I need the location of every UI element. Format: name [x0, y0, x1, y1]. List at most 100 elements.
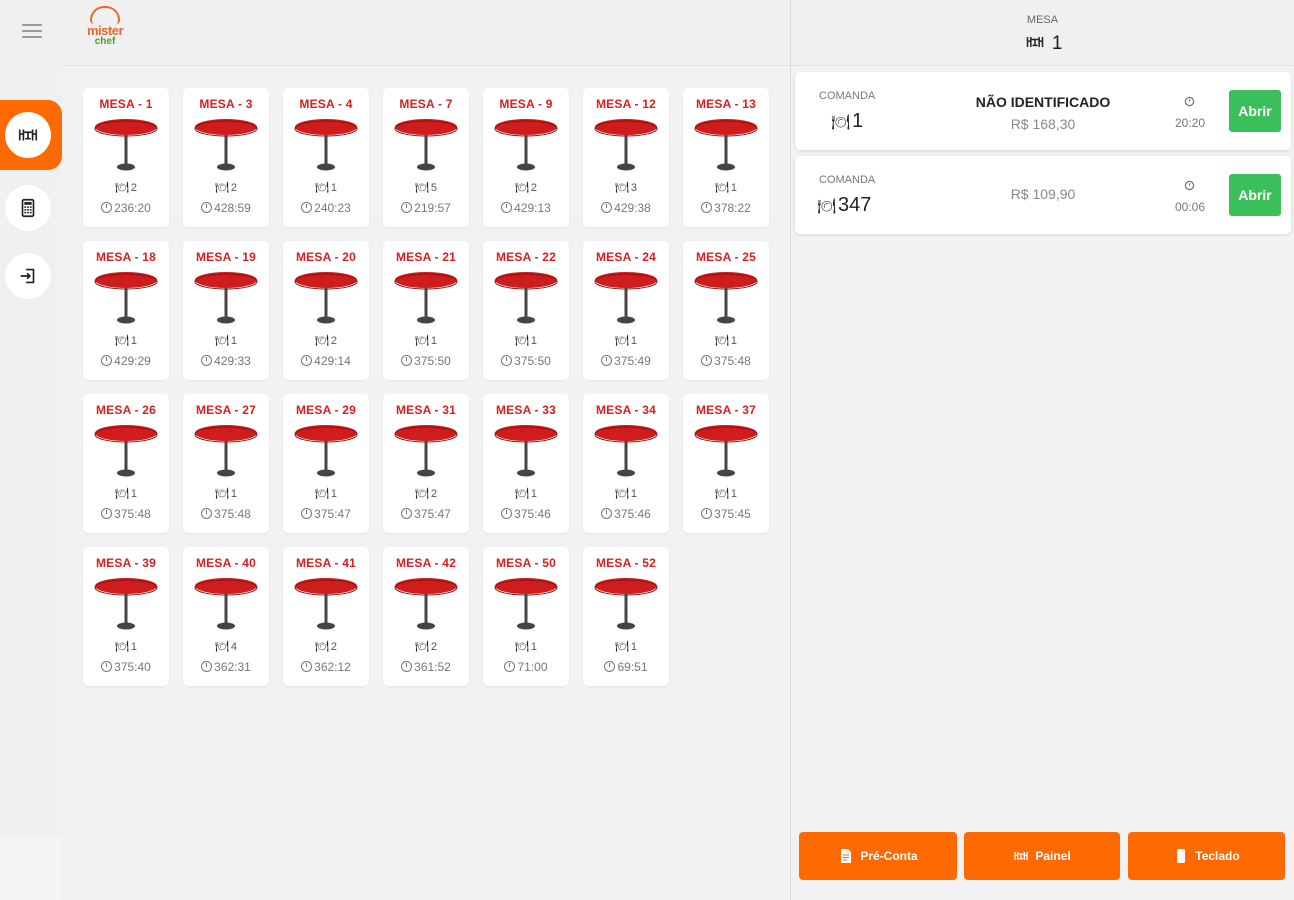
table-name: MESA - 19	[195, 250, 257, 264]
table-card[interactable]: MESA - 7 🍽 5 219:57	[383, 88, 469, 227]
selected-table-header: MESA 1	[791, 0, 1294, 66]
cutlery-icon: 🍽	[714, 488, 729, 500]
table-card[interactable]: MESA - 50 🍽 1 71:00	[483, 547, 569, 686]
table-people: 🍽 1	[614, 488, 638, 500]
table-time: 375:48	[83, 507, 169, 521]
clock-icon	[601, 202, 613, 213]
table-service-icon	[18, 129, 38, 141]
clock-icon	[601, 508, 613, 519]
table-name: MESA - 40	[195, 556, 257, 570]
order-card[interactable]: COMANDA 🍽 347 R$ 109,90 00:06 Abrir	[795, 156, 1291, 234]
cutlery-icon: 🍽	[514, 182, 529, 194]
clock-icon	[101, 661, 113, 672]
table-name: MESA - 34	[595, 403, 657, 417]
table-name: MESA - 20	[295, 250, 357, 264]
clock-icon	[701, 202, 713, 213]
cutlery-icon: 🍽	[514, 488, 529, 500]
table-card[interactable]: MESA - 41 🍽 2 362:12	[283, 547, 369, 686]
cutlery-icon: 🍽	[414, 488, 429, 500]
pre-bill-button[interactable]: Pré-Conta	[799, 832, 957, 880]
table-name: MESA - 24	[595, 250, 657, 264]
round-table-icon	[94, 272, 158, 324]
cutlery-icon: 🍽	[314, 182, 329, 194]
clock-icon	[701, 508, 713, 519]
table-card[interactable]: MESA - 26 🍽 1 375:48	[83, 394, 169, 533]
clock-icon	[401, 661, 413, 672]
calculator-icon	[21, 198, 35, 218]
table-card[interactable]: MESA - 4 🍽 1 240:23	[283, 88, 369, 227]
cutlery-icon: 🍽	[614, 335, 629, 347]
order-card[interactable]: COMANDA 🍽 1 NÃO IDENTIFICADO R$ 168,30 20…	[795, 72, 1291, 150]
nav-tables-button[interactable]	[5, 112, 51, 158]
table-time: 375:47	[383, 507, 469, 521]
table-time: 429:29	[83, 354, 169, 368]
cutlery-icon: 🍽	[114, 335, 129, 347]
round-table-icon	[294, 578, 358, 630]
table-card[interactable]: MESA - 37 🍽 1 375:45	[683, 394, 769, 533]
table-time: 71:00	[483, 660, 569, 674]
menu-icon[interactable]	[22, 24, 42, 40]
table-card[interactable]: MESA - 39 🍽 1 375:40	[83, 547, 169, 686]
nav-login-button[interactable]	[5, 253, 51, 299]
table-card[interactable]: MESA - 3 🍽 2 428:59	[183, 88, 269, 227]
table-name: MESA - 39	[95, 556, 157, 570]
panel-button[interactable]: Painel	[964, 832, 1120, 880]
table-time: 236:20	[83, 201, 169, 215]
table-card[interactable]: MESA - 34 🍽 1 375:46	[583, 394, 669, 533]
table-card[interactable]: MESA - 40 🍽 4 362:31	[183, 547, 269, 686]
table-people: 🍽 1	[214, 488, 238, 500]
cutlery-icon: 🍽	[414, 182, 429, 194]
table-people: 🍽 1	[414, 335, 438, 347]
table-card[interactable]: MESA - 42 🍽 2 361:52	[383, 547, 469, 686]
open-order-button[interactable]: Abrir	[1229, 174, 1281, 216]
table-card[interactable]: MESA - 13 🍽 1 378:22	[683, 88, 769, 227]
clock-icon	[501, 355, 513, 366]
table-time: 219:57	[383, 201, 469, 215]
table-name: MESA - 42	[395, 556, 457, 570]
round-table-icon	[594, 119, 658, 171]
table-card[interactable]: MESA - 12 🍽 3 429:38	[583, 88, 669, 227]
round-table-icon	[394, 578, 458, 630]
clock-icon	[401, 355, 413, 366]
table-service-icon	[1014, 852, 1028, 860]
table-card[interactable]: MESA - 1 🍽 2 236:20	[83, 88, 169, 227]
table-name: MESA - 3	[199, 97, 253, 111]
keypad-button[interactable]: Teclado	[1128, 832, 1285, 880]
nav-calculator-button[interactable]	[5, 185, 51, 231]
round-table-icon	[294, 272, 358, 324]
table-card[interactable]: MESA - 27 🍽 1 375:48	[183, 394, 269, 533]
table-card[interactable]: MESA - 9 🍽 2 429:13	[483, 88, 569, 227]
cutlery-icon: 🍽	[414, 335, 429, 347]
table-card[interactable]: MESA - 29 🍽 1 375:47	[283, 394, 369, 533]
cutlery-icon: 🍽	[414, 641, 429, 653]
table-people: 🍽 1	[714, 335, 738, 347]
table-card[interactable]: MESA - 21 🍽 1 375:50	[383, 241, 469, 380]
selected-table-label: MESA	[1026, 14, 1059, 26]
table-card[interactable]: MESA - 52 🍽 1 69:51	[583, 547, 669, 686]
table-name: MESA - 18	[95, 250, 157, 264]
table-card[interactable]: MESA - 24 🍽 1 375:49	[583, 241, 669, 380]
table-time: 375:47	[283, 507, 369, 521]
table-service-icon	[1026, 37, 1043, 47]
round-table-icon	[494, 578, 558, 630]
clock-icon	[701, 355, 713, 366]
table-card[interactable]: MESA - 25 🍽 1 375:48	[683, 241, 769, 380]
round-table-icon	[594, 425, 658, 477]
clock-icon	[201, 202, 213, 213]
orders-panel: COMANDA 🍽 1 NÃO IDENTIFICADO R$ 168,30 20…	[791, 66, 1294, 900]
table-card[interactable]: MESA - 31 🍽 2 375:47	[383, 394, 469, 533]
table-card[interactable]: MESA - 33 🍽 1 375:46	[483, 394, 569, 533]
table-people: 🍽 1	[714, 182, 738, 194]
selected-table-number: 1	[1051, 33, 1063, 54]
clock-icon	[604, 661, 616, 672]
table-card[interactable]: MESA - 20 🍽 2 429:14	[283, 241, 369, 380]
table-card[interactable]: MESA - 18 🍽 1 429:29	[83, 241, 169, 380]
table-people: 🍽 5	[414, 182, 438, 194]
clock-icon	[501, 508, 513, 519]
timer-icon	[1184, 96, 1195, 107]
open-order-button[interactable]: Abrir	[1229, 90, 1281, 132]
table-card[interactable]: MESA - 22 🍽 1 375:50	[483, 241, 569, 380]
table-people: 🍽 1	[714, 488, 738, 500]
order-time: 00:06	[1174, 200, 1206, 214]
table-card[interactable]: MESA - 19 🍽 1 429:33	[183, 241, 269, 380]
